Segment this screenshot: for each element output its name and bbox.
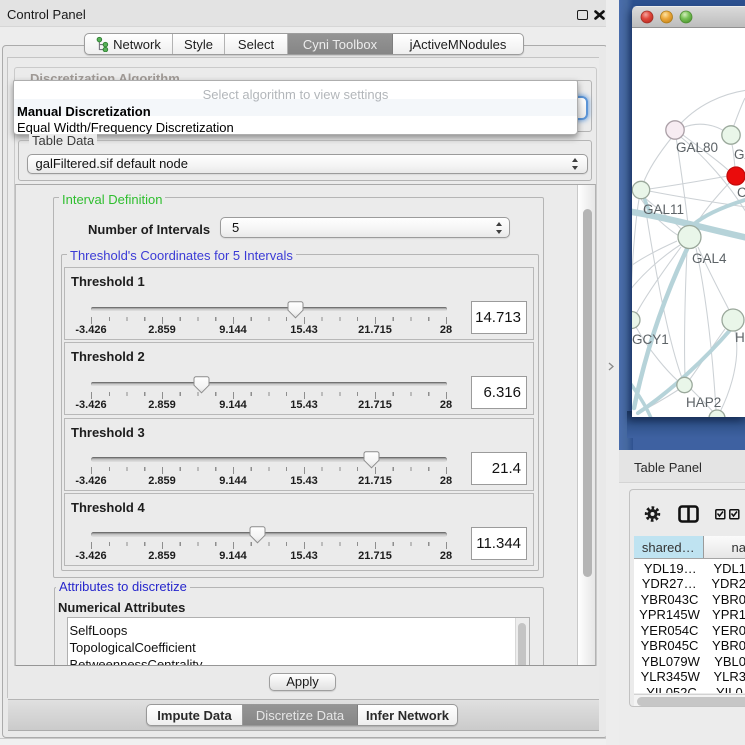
svg-text:GAL80: GAL80 (676, 140, 718, 155)
svg-text:HIS: HIS (735, 330, 745, 345)
svg-text:CY: CY (737, 185, 745, 200)
svg-text:HAP2: HAP2 (686, 395, 721, 410)
svg-text:GAL11: GAL11 (643, 202, 684, 217)
svg-text:GAL4: GAL4 (692, 251, 727, 266)
svg-text:GAL: GAL (734, 147, 745, 162)
svg-text:GCY1: GCY1 (632, 332, 669, 347)
